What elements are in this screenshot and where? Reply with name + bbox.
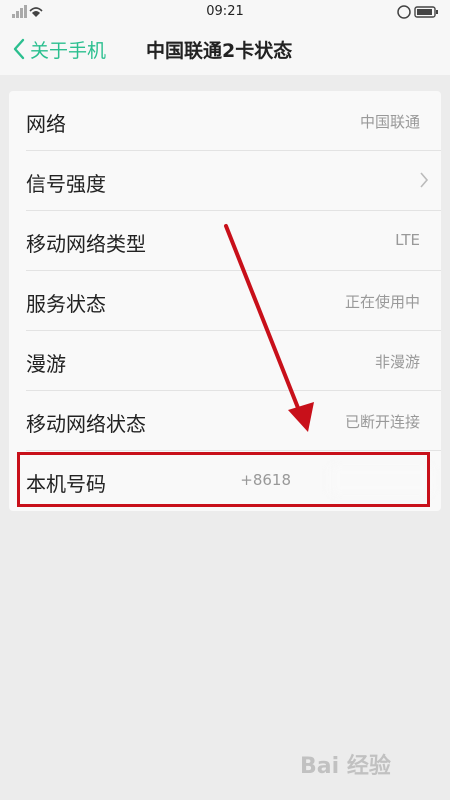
annotation-arrow-icon (224, 224, 314, 432)
watermark-logo: Bai 经验 (300, 754, 391, 779)
